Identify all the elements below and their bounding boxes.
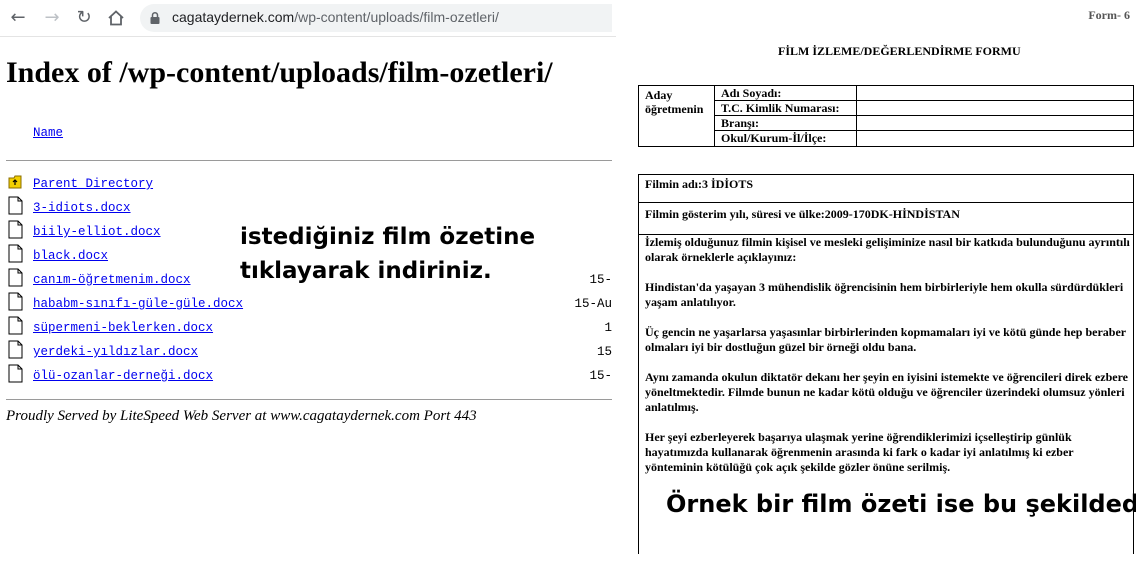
address-bar[interactable]: cagataydernek.com/wp-content/uploads/fil… [140,4,612,32]
form-number: Form- 6 [1088,8,1130,22]
candidate-row: Adı Soyadı: [715,86,1133,101]
forward-arrow-icon[interactable]: → [42,8,62,28]
form-title: FİLM İZLEME/DEĞERLENDİRME FORMU [778,44,1021,58]
instruction-overlay: istediğiniz film özetine tıklayarak indi… [240,220,535,288]
field-label: Branşı: [715,116,857,130]
file-icon [8,340,23,359]
field-label: T.C. Kimlik Numarası: [715,101,857,115]
file-icon [8,244,23,263]
file-date: 15- [589,369,612,383]
evaluation-paragraph: Hindistan'da yaşayan 3 mühendislik öğren… [645,280,1124,309]
file-link[interactable]: black.docx [33,249,108,263]
file-link[interactable]: süpermeni-beklerken.docx [33,321,213,335]
file-link[interactable]: hababm-sınıfı-güle-güle.docx [33,297,243,311]
list-item: yerdeki-yıldızlar.docx 15 [0,340,616,364]
example-overlay: Örnek bir film özeti ise bu şekildedir. [666,490,1136,518]
instruction-line-1: istediğiniz film özetine [240,224,536,250]
name-column-header[interactable]: Name [33,126,63,140]
folder-up-icon [8,175,22,189]
home-icon[interactable] [106,8,126,28]
file-date: 15- [589,273,612,287]
file-icon [8,316,23,335]
file-date: 15-Au [574,297,612,311]
file-icon [8,220,23,239]
file-icon [8,196,23,215]
lock-icon [150,11,160,24]
divider [6,399,612,400]
file-link[interactable]: yerdeki-yıldızlar.docx [33,345,198,359]
field-label: Adı Soyadı: [715,86,857,100]
page-title: Index of /wp-content/uploads/film-ozetle… [6,56,553,89]
list-item: Parent Directory [0,172,616,196]
list-item: hababm-sınıfı-güle-güle.docx 15-Au [0,292,616,316]
evaluation-paragraph: Üç gencin ne yaşarlarsa yaşasınlar birbi… [645,325,1126,354]
file-date: 15 [596,345,612,359]
file-date: 1 [604,321,612,335]
evaluation-paragraph: Aynı zamanda okulun diktatör dekanı her … [645,370,1129,414]
candidate-row: Branşı: [715,116,1133,131]
divider [6,160,612,161]
url-path: /wp-content/uploads/film-ozetleri/ [294,9,499,25]
film-name: Filmin adı:3 İDİOTS [639,175,1133,203]
url-text: cagataydernek.com/wp-content/uploads/fil… [172,9,499,25]
browser-toolbar: ← → ↻ cagataydernek.com/wp-content/uploa… [0,0,616,37]
list-item: süpermeni-beklerken.docx 1 [0,316,616,340]
evaluation-paragraph: Her şeyi ezberleyerek başarıya ulaşmak y… [645,430,1074,474]
instruction-line-2: tıklayarak indiriniz. [240,258,492,284]
file-link[interactable]: 3-idiots.docx [33,201,131,215]
server-footer: Proudly Served by LiteSpeed Web Server a… [6,408,477,424]
evaluation-text: İzlemiş olduğunuz filmin kişisel ve mesl… [645,235,1131,490]
file-icon [8,364,23,383]
reload-icon[interactable]: ↻ [74,8,94,28]
file-icon [8,292,23,311]
file-link[interactable]: canım-öğretmenim.docx [33,273,191,287]
candidate-row: T.C. Kimlik Numarası: [715,101,1133,116]
file-link[interactable]: Parent Directory [33,177,153,191]
file-icon [8,268,23,287]
candidate-table: Aday öğretmenin Adı Soyadı: T.C. Kimlik … [638,85,1134,147]
back-arrow-icon[interactable]: ← [8,8,28,28]
field-label: Okul/Kurum-İl/İlçe: [715,131,857,146]
candidate-label: Aday öğretmenin [639,86,715,146]
form-document: Form- 6 FİLM İZLEME/DEĞERLENDİRME FORMU … [616,0,1136,564]
file-link[interactable]: biily-elliot.docx [33,225,161,239]
list-item: ölü-ozanlar-derneği.docx 15- [0,364,616,388]
candidate-row: Okul/Kurum-İl/İlçe: [715,131,1133,146]
list-item: 3-idiots.docx [0,196,616,220]
evaluation-paragraph: İzlemiş olduğunuz filmin kişisel ve mesl… [645,235,1130,264]
browser-window: ← → ↻ cagataydernek.com/wp-content/uploa… [0,0,616,564]
url-host: cagataydernek.com [172,9,295,25]
file-link[interactable]: ölü-ozanlar-derneği.docx [33,369,213,383]
film-info: Filmin gösterim yılı, süresi ve ülke:200… [639,203,1133,235]
